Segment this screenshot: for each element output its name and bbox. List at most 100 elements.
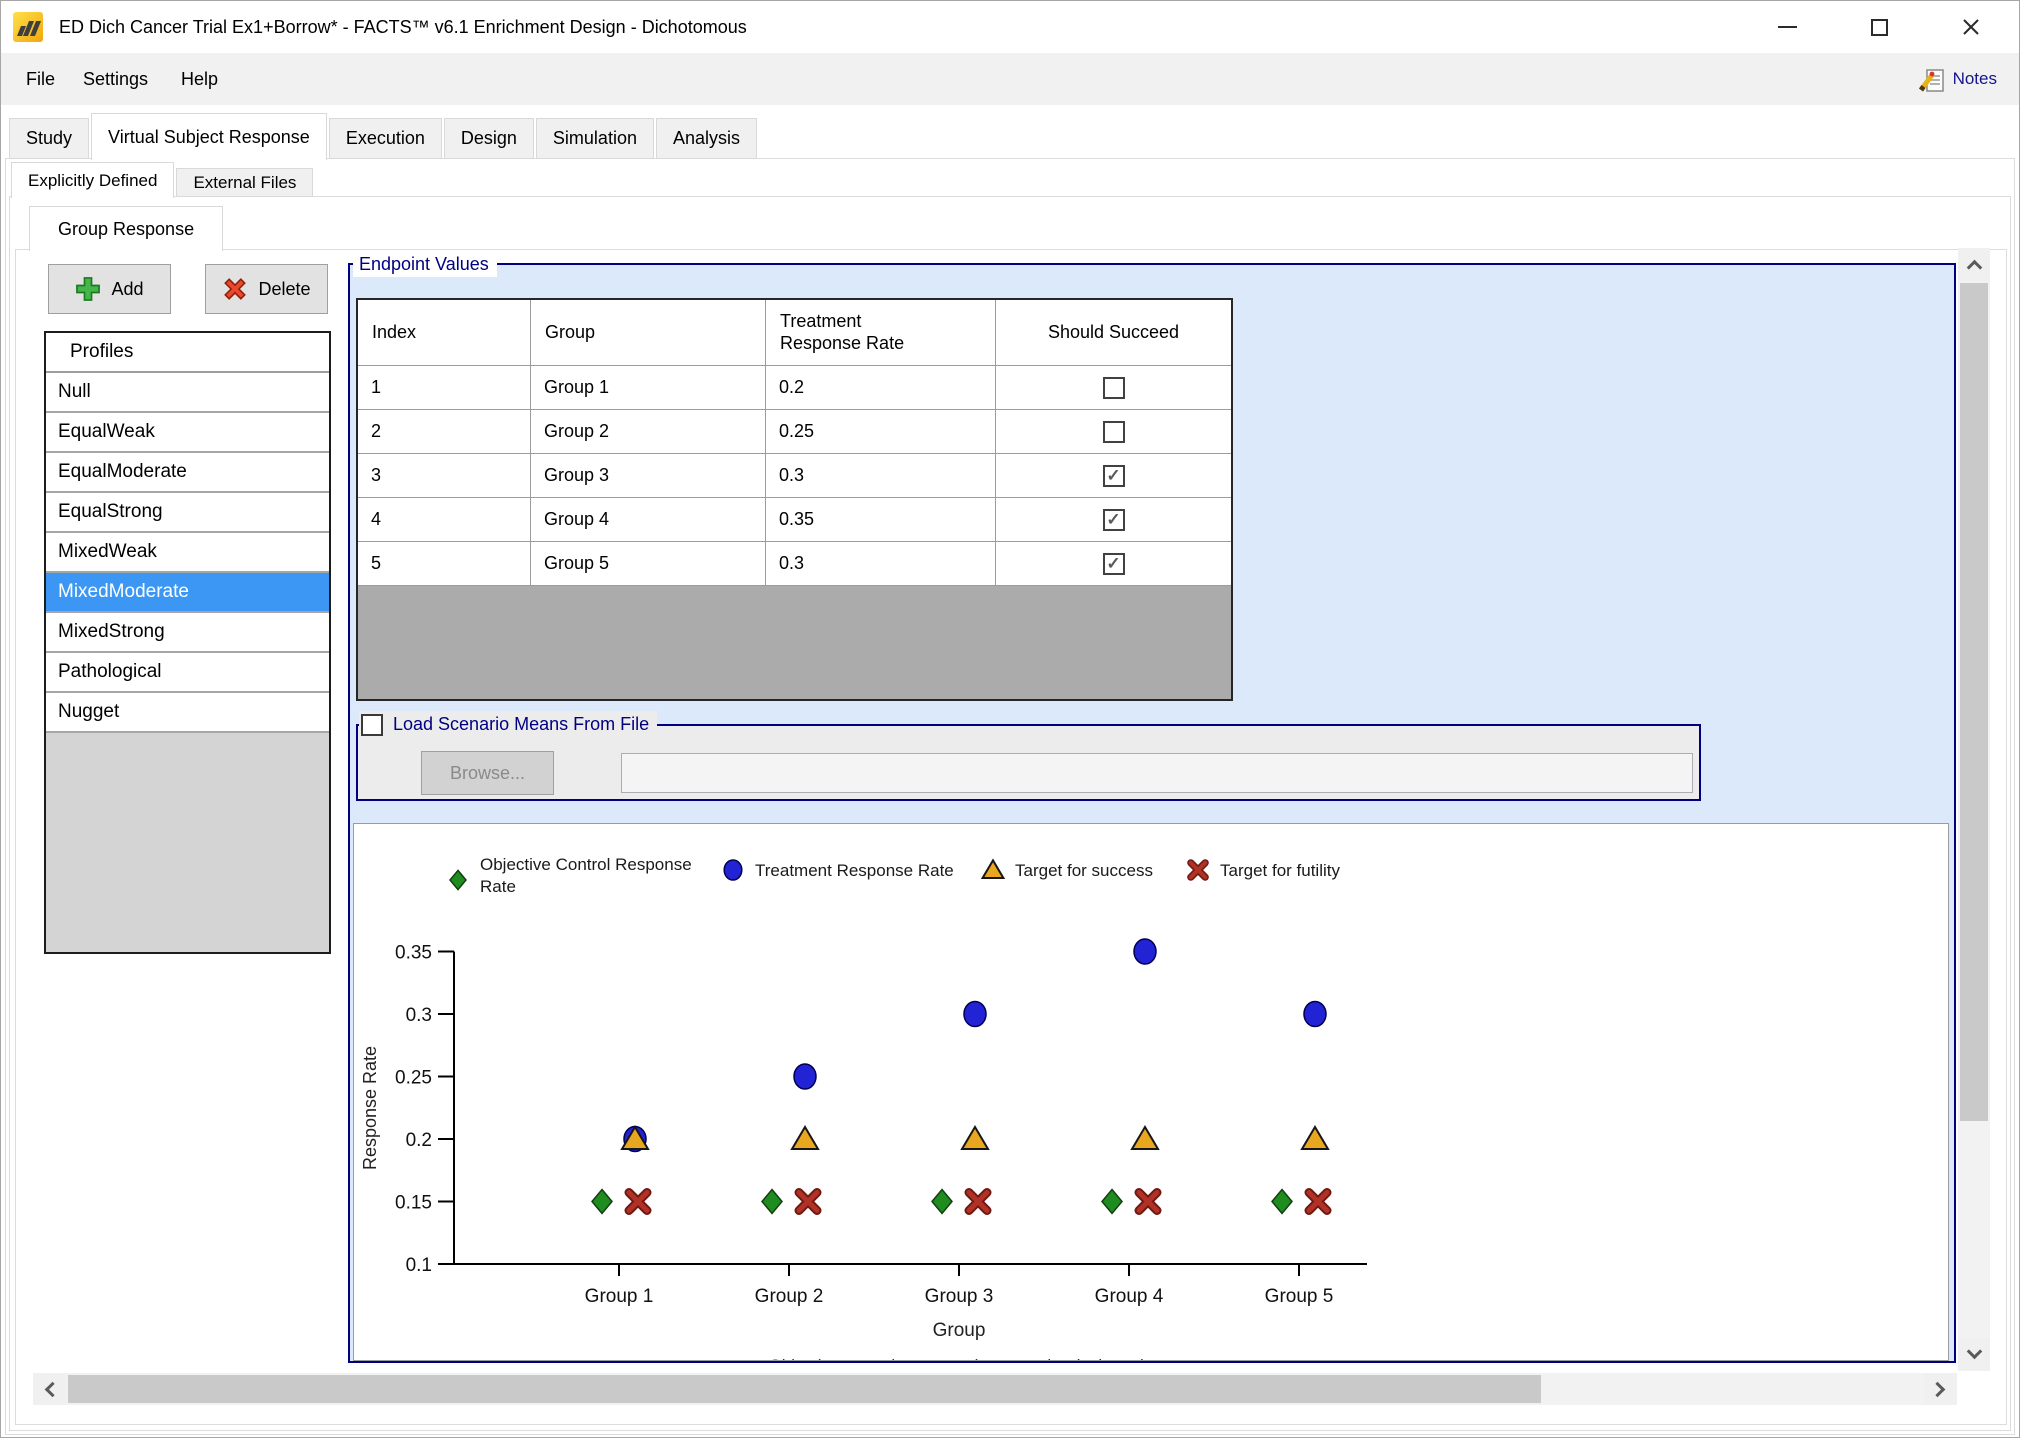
chart-caption-clipped: Objective control response is set on the… [769, 1356, 1150, 1361]
endpoint-values-table: IndexGroupTreatment Response RateShould … [356, 298, 1233, 701]
subtab-explicitly-defined[interactable]: Explicitly Defined [11, 162, 174, 198]
x-tick-label: Group 5 [1265, 1286, 1334, 1307]
notes-button[interactable]: Notes [1918, 53, 1997, 105]
table-row: 4Group 40.35 ✓ [358, 498, 1231, 542]
minimize-button[interactable] [1756, 1, 1818, 53]
table-cell-should-succeed: ✓ [996, 498, 1231, 542]
tab-virtual-subject-response[interactable]: Virtual Subject Response [91, 113, 327, 160]
plus-icon [75, 276, 101, 302]
maximize-icon [1871, 19, 1888, 36]
scenario-file-input[interactable] [621, 753, 1693, 793]
tab-study[interactable]: Study [9, 118, 89, 159]
profile-item-equalweak[interactable]: EqualWeak [46, 413, 329, 453]
profile-item-mixedstrong[interactable]: MixedStrong [46, 613, 329, 653]
menu-file[interactable]: File [26, 53, 55, 105]
table-cell[interactable]: 1 [358, 366, 531, 410]
legend-label: Rate [480, 877, 516, 896]
diamond-marker [762, 1190, 782, 1214]
notes-label: Notes [1953, 69, 1997, 89]
horizontal-scrollbar[interactable] [33, 1373, 1957, 1405]
y-tick-label: 0.35 [395, 943, 432, 964]
x-tick-label: Group 4 [1095, 1286, 1164, 1307]
table-cell[interactable]: 0.2 [766, 366, 996, 410]
scroll-down-button[interactable] [1958, 1338, 1990, 1371]
table-cell-should-succeed: ✓ [996, 542, 1231, 586]
vertical-scrollbar-thumb[interactable] [1960, 283, 1988, 1121]
profile-item-pathological[interactable]: Pathological [46, 653, 329, 693]
y-tick-label: 0.2 [406, 1130, 432, 1151]
triangle-marker [792, 1127, 818, 1149]
profile-item-equalstrong[interactable]: EqualStrong [46, 493, 329, 533]
should-succeed-checkbox[interactable]: ✓ [1103, 553, 1125, 575]
table-row: 2Group 20.25 [358, 410, 1231, 454]
should-succeed-checkbox[interactable] [1103, 377, 1125, 399]
menu-help[interactable]: Help [181, 53, 218, 105]
app-icon [13, 12, 43, 42]
table-row: 3Group 30.3 ✓ [358, 454, 1231, 498]
legend-label: Objective Control Response [480, 855, 692, 874]
profile-item-mixedmoderate[interactable]: MixedModerate [46, 573, 329, 613]
vertical-scrollbar[interactable] [1958, 248, 1990, 1371]
browse-button[interactable]: Browse... [421, 751, 554, 795]
profile-item-equalmoderate[interactable]: EqualModerate [46, 453, 329, 493]
table-cell[interactable]: Group 2 [531, 410, 766, 454]
horizontal-scrollbar-thumb[interactable] [68, 1375, 1541, 1403]
legend-label: Treatment Response Rate [755, 861, 954, 880]
table-header-row: IndexGroupTreatment Response RateShould … [358, 300, 1231, 366]
tab-group-response[interactable]: Group Response [29, 206, 223, 251]
add-button[interactable]: Add [48, 264, 171, 314]
table-cell[interactable]: 3 [358, 454, 531, 498]
y-tick-label: 0.15 [395, 1193, 432, 1214]
tab-simulation[interactable]: Simulation [536, 118, 654, 159]
table-cell[interactable]: Group 1 [531, 366, 766, 410]
table-cell[interactable]: Group 4 [531, 498, 766, 542]
tab-design[interactable]: Design [444, 118, 534, 159]
table-cell[interactable]: Group 5 [531, 542, 766, 586]
scroll-up-button[interactable] [1958, 248, 1990, 281]
x-tick-label: Group 2 [755, 1286, 824, 1307]
delete-button[interactable]: Delete [205, 264, 328, 314]
close-button[interactable] [1940, 1, 2002, 53]
table-cell[interactable]: 0.35 [766, 498, 996, 542]
tab-analysis[interactable]: Analysis [656, 118, 757, 159]
should-succeed-checkbox[interactable] [1103, 421, 1125, 443]
triangle-marker [1132, 1127, 1158, 1149]
tab-execution[interactable]: Execution [329, 118, 442, 159]
should-succeed-checkbox[interactable]: ✓ [1103, 465, 1125, 487]
triangle-marker [962, 1127, 988, 1149]
table-cell[interactable]: 0.25 [766, 410, 996, 454]
table-cell[interactable]: Group 3 [531, 454, 766, 498]
circle-marker [1134, 939, 1156, 964]
delete-button-label: Delete [258, 279, 310, 300]
scroll-right-button[interactable] [1924, 1373, 1957, 1405]
profile-item-null[interactable]: Null [46, 373, 329, 413]
load-scenario-label: Load Scenario Means From File [393, 714, 649, 735]
window-title: ED Dich Cancer Trial Ex1+Borrow* - FACTS… [59, 1, 747, 53]
triangle-marker [1302, 1127, 1328, 1149]
table-row: 1Group 10.2 [358, 366, 1231, 410]
table-cell[interactable]: 0.3 [766, 542, 996, 586]
minimize-icon [1778, 26, 1797, 28]
should-succeed-checkbox[interactable]: ✓ [1103, 509, 1125, 531]
menu-bar: File Settings Help Notes [1, 53, 2020, 105]
table-cell[interactable]: 4 [358, 498, 531, 542]
profile-item-nugget[interactable]: Nugget [46, 693, 329, 733]
menu-settings[interactable]: Settings [83, 53, 148, 105]
diamond-marker [592, 1190, 612, 1214]
notes-icon [1918, 66, 1945, 93]
profiles-list: Profiles NullEqualWeakEqualModerateEqual… [44, 331, 331, 954]
diamond-marker [1102, 1190, 1122, 1214]
scroll-left-button[interactable] [33, 1373, 66, 1405]
table-cell[interactable]: 0.3 [766, 454, 996, 498]
diamond-marker [932, 1190, 952, 1214]
maximize-button[interactable] [1848, 1, 1910, 53]
y-tick-label: 0.25 [395, 1068, 432, 1089]
load-scenario-checkbox[interactable] [361, 714, 383, 736]
chevron-up-icon [1966, 260, 1982, 276]
legend-label: Target for futility [1220, 861, 1340, 880]
profile-item-mixedweak[interactable]: MixedWeak [46, 533, 329, 573]
subtab-external-files[interactable]: External Files [176, 168, 313, 197]
diamond-marker [1272, 1190, 1292, 1214]
table-cell[interactable]: 5 [358, 542, 531, 586]
table-cell[interactable]: 2 [358, 410, 531, 454]
